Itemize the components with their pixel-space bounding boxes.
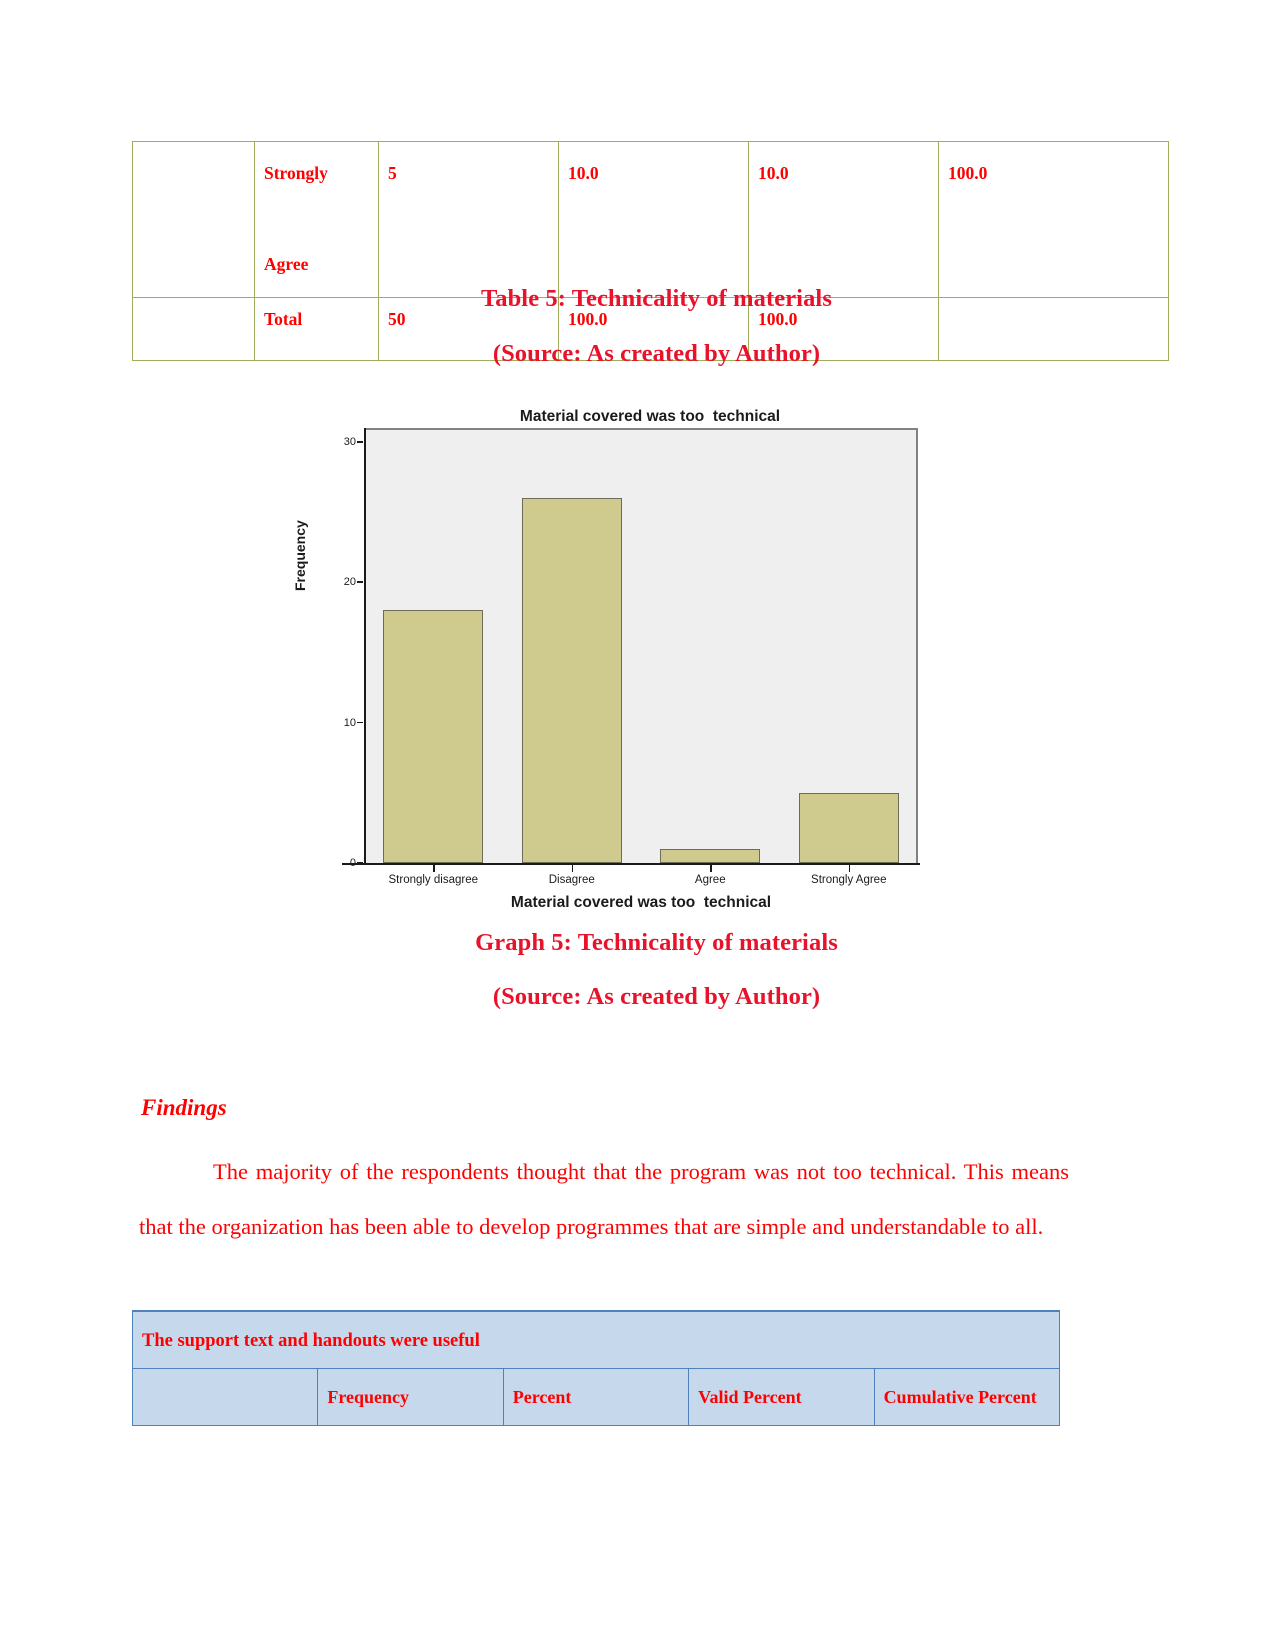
frequency-table-bottom: The support text and handouts were usefu… [131, 1310, 1061, 1426]
y-tick-label: 0 [316, 855, 363, 871]
chart-x-axis-label: Material covered was too technical [510, 894, 772, 911]
table-caption: Table 5: Technicality of materials [481, 285, 832, 312]
column-header-percent: Percent [502, 1368, 690, 1426]
y-tick-mark [357, 862, 363, 864]
y-tick-mark [357, 721, 363, 724]
document-page: Strongly Agree 5 10.0 10.0 100.0 Total 50… [0, 0, 1275, 1650]
column-header-valid-percent: Valid Percent [688, 1368, 875, 1426]
x-tick-mark [848, 865, 851, 872]
x-tick-label: Disagree [548, 874, 595, 886]
table-cell-cumulative-percent: 100.0 [938, 141, 1169, 298]
table-cell-category: Strongly Agree [254, 141, 379, 298]
chart-bar [383, 610, 484, 863]
x-tick-mark [571, 865, 574, 872]
chart-bar [521, 498, 622, 863]
y-tick-label: 20 [316, 574, 363, 590]
findings-paragraph: The majority of the respondents thought … [139, 1159, 1069, 1239]
chart-bar [798, 792, 899, 863]
x-tick-label: Agree [694, 874, 726, 886]
y-tick-mark [357, 441, 363, 443]
x-tick-mark [433, 865, 435, 872]
graph-source-note: (Source: As created by Author) [492, 983, 821, 1010]
table-cell-group-blank [132, 141, 255, 298]
table-title-row: The support text and handouts were usefu… [132, 1310, 1060, 1369]
x-tick-label: Strongly Agree [811, 874, 887, 886]
chart-y-axis-label: Frequency [292, 520, 308, 591]
column-header-frequency: Frequency [317, 1368, 504, 1426]
table-source-note: (Source: As created by Author) [492, 340, 821, 367]
category-label-line2: Agree [264, 254, 309, 274]
category-label-line1: Strongly [264, 163, 328, 183]
column-header-blank [131, 1368, 319, 1426]
x-tick-mark [710, 865, 712, 872]
chart-bar [660, 848, 761, 863]
findings-heading: Findings [141, 1095, 227, 1120]
y-tick-mark [357, 581, 363, 583]
chart-x-axis [342, 863, 920, 865]
table-cell-percent: 10.0 [558, 141, 749, 298]
table-row: Strongly Agree 5 10.0 10.0 100.0 [132, 141, 1169, 298]
y-tick-label: 30 [316, 434, 363, 450]
bottom-table-title: The support text and handouts were usefu… [132, 1310, 1060, 1369]
table-header-row: Frequency Percent Valid Percent Cumulati… [131, 1368, 1061, 1426]
frequency-table-top: Strongly Agree 5 10.0 10.0 100.0 Total 50… [132, 141, 1169, 361]
table-cell-frequency: 5 [378, 141, 559, 298]
bar-chart: Material covered was too technical Frequ… [292, 405, 936, 911]
graph-caption: Graph 5: Technicality of materials [475, 929, 838, 956]
column-header-cumulative-percent: Cumulative Percent [873, 1368, 1061, 1426]
chart-title: Material covered was too technical [519, 408, 781, 425]
y-tick-label: 10 [316, 715, 363, 731]
chart-y-axis [364, 428, 366, 865]
table-cell-valid-percent: 10.0 [748, 141, 939, 298]
x-tick-label: Strongly disagree [388, 874, 479, 886]
